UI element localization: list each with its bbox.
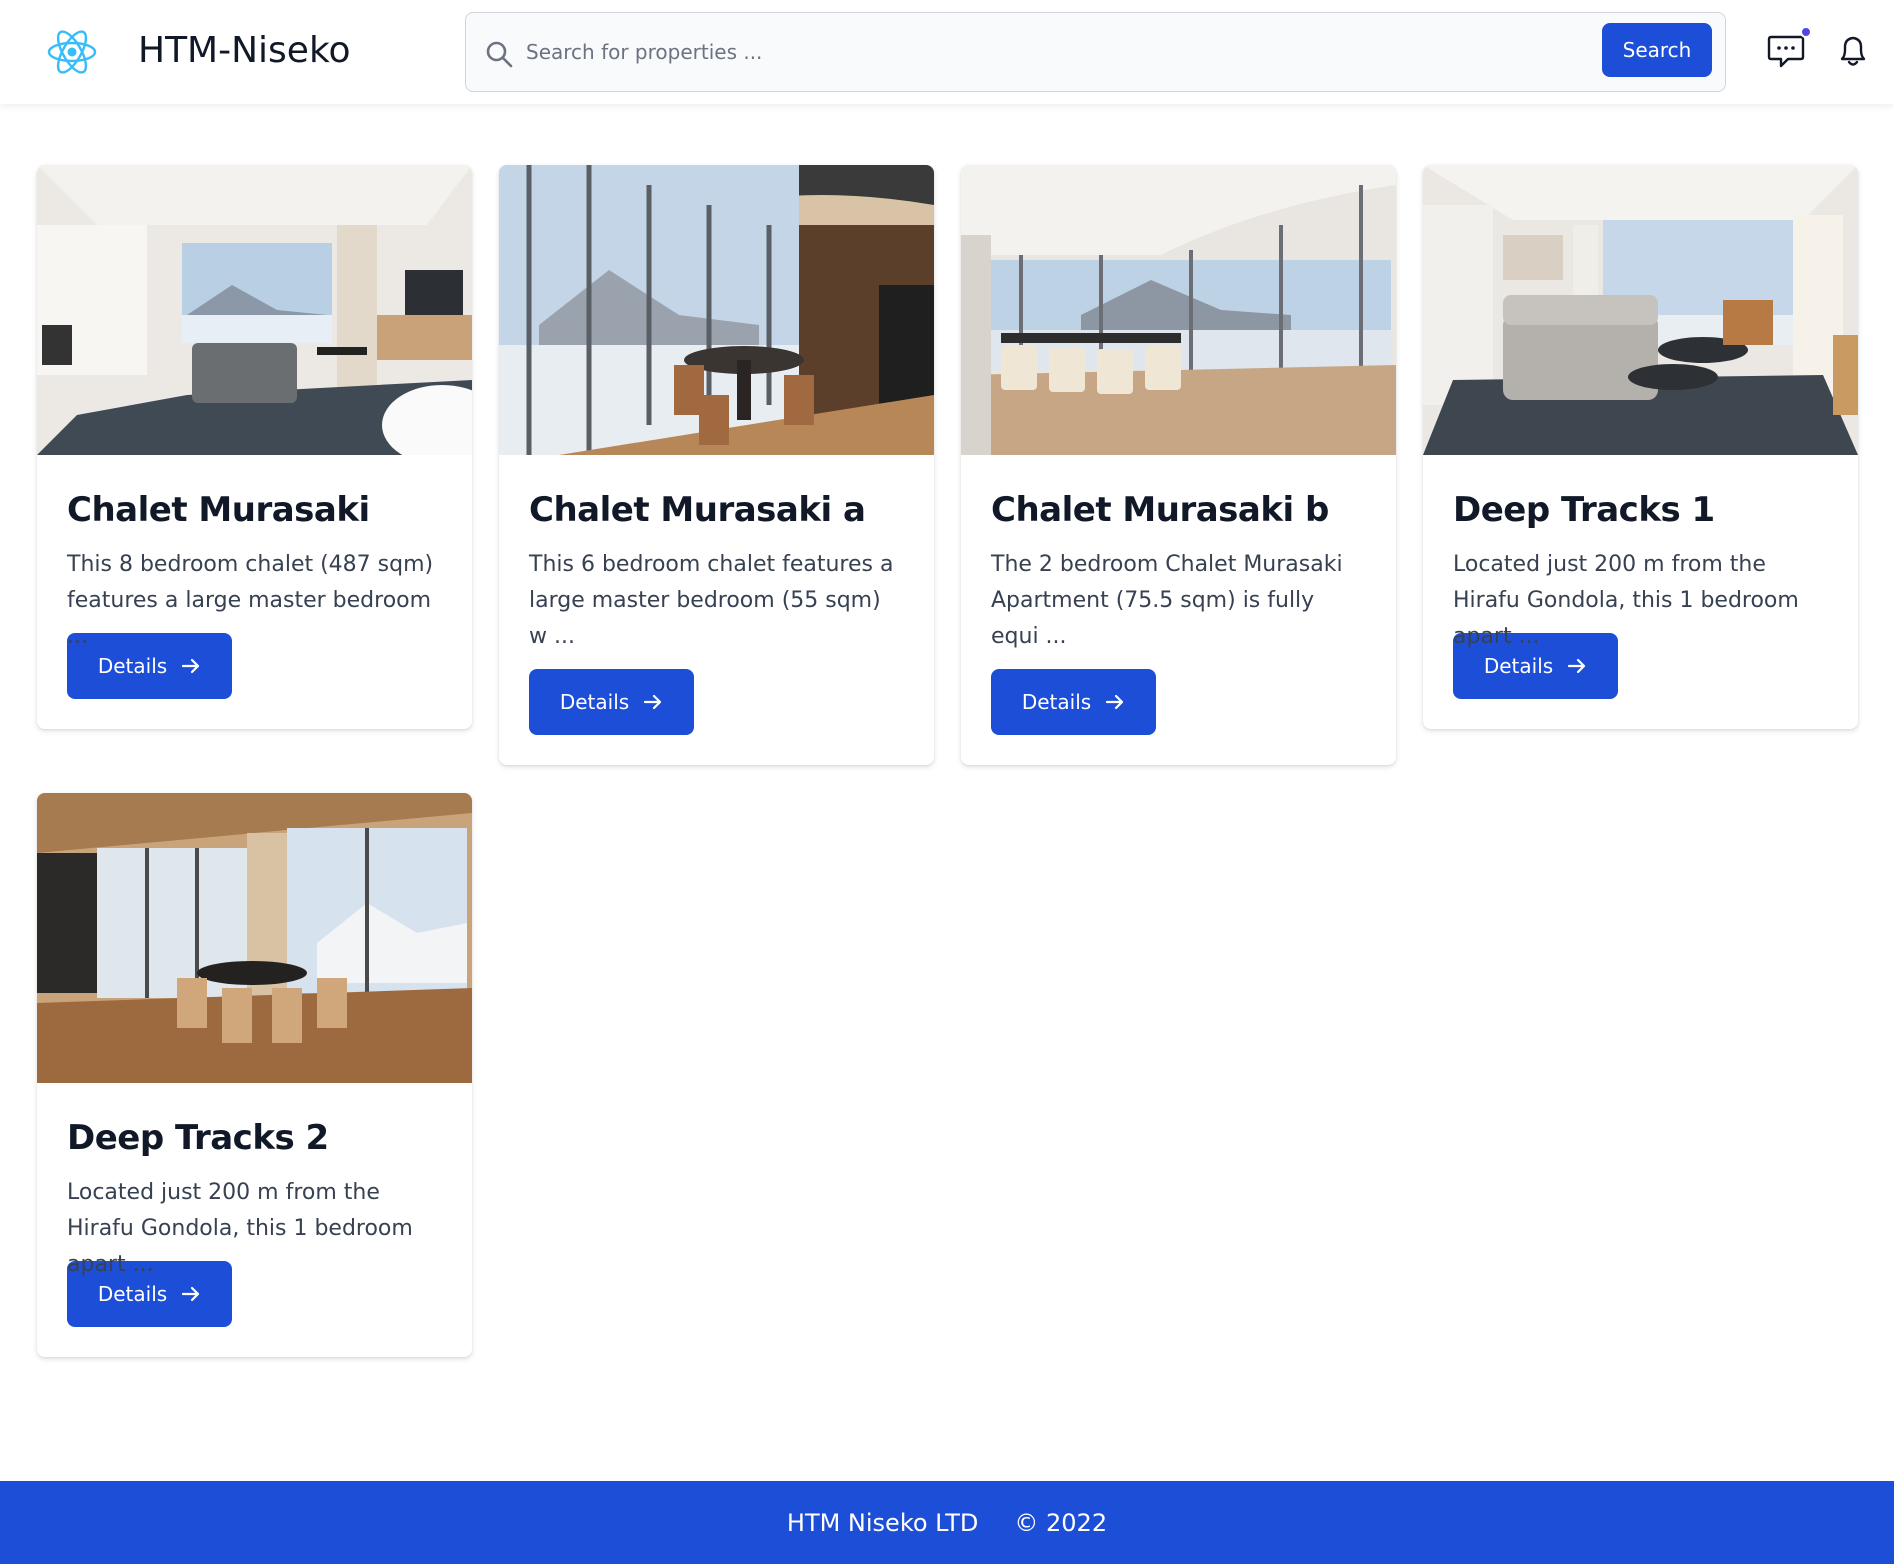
property-title: Chalet Murasaki b [991,490,1329,530]
bell-icon[interactable] [1836,32,1870,70]
property-title: Deep Tracks 2 [67,1118,329,1158]
property-description: This 6 bedroom chalet features a large m… [529,552,894,649]
property-description: The 2 bedroom Chalet Murasaki Apartment … [991,552,1343,649]
react-logo-icon[interactable] [46,26,98,78]
details-button-label: Details [97,1282,168,1306]
property-title: Deep Tracks 1 [1453,490,1715,530]
arrow-right-icon [1106,694,1124,710]
details-button-label: Details [1021,690,1092,714]
chat-icon[interactable] [1766,32,1806,70]
property-description: This 8 bedroom chalet (487 sqm) features… [67,552,434,649]
property-photo [961,165,1396,455]
property-description: Located just 200 m from the Hirafu Gondo… [67,1180,413,1277]
brand-title[interactable]: HTM-Niseko [138,30,351,71]
property-photo [37,793,472,1083]
details-button[interactable]: Details [67,633,232,699]
property-title: Chalet Murasaki [67,490,370,530]
footer-company: HTM Niseko LTD [786,1508,979,1537]
footer: HTM Niseko LTD © 2022 [0,1481,1894,1564]
property-card: Deep Tracks 1 Located just 200 m from th… [1423,165,1858,729]
property-photo [1423,165,1858,455]
property-title: Chalet Murasaki a [529,490,866,530]
details-button-label: Details [97,654,168,678]
property-photo [499,165,934,455]
notification-dot [1800,26,1812,38]
search-icon [486,41,513,68]
arrow-right-icon [182,658,200,674]
arrow-right-icon [644,694,662,710]
search-bar: Search [465,12,1726,92]
search-button[interactable]: Search [1602,23,1712,77]
details-button-label: Details [1483,654,1554,678]
footer-copyright: © 2022 [1014,1508,1108,1537]
property-card: Chalet Murasaki a This 6 bedroom chalet … [499,165,934,765]
details-button[interactable]: Details [529,669,694,735]
arrow-right-icon [182,1286,200,1302]
property-card: Chalet Murasaki b The 2 bedroom Chalet M… [961,165,1396,765]
property-card: Chalet Murasaki This 8 bedroom chalet (4… [37,165,472,729]
details-button[interactable]: Details [991,669,1156,735]
property-photo [37,165,472,455]
search-input[interactable] [526,27,1546,77]
property-description: Located just 200 m from the Hirafu Gondo… [1453,552,1799,649]
top-navbar: HTM-Niseko Search [0,0,1894,104]
details-button-label: Details [559,690,630,714]
arrow-right-icon [1568,658,1586,674]
property-card: Deep Tracks 2 Located just 200 m from th… [37,793,472,1357]
